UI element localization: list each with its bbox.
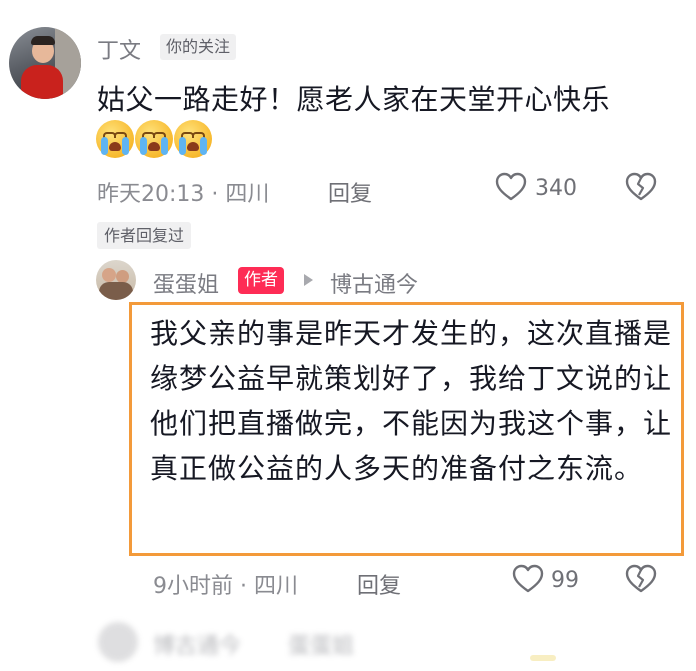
comment-username[interactable]: 丁文 — [97, 33, 141, 65]
decoration — [530, 655, 556, 661]
reply-to-arrow-icon — [304, 274, 313, 286]
reply-username[interactable]: 蛋蛋姐 — [153, 267, 219, 299]
heart-icon[interactable] — [512, 564, 544, 594]
like-count: 340 — [535, 176, 577, 201]
reply-text: 我父亲的事是昨天才发生的，这次直播是缘梦公益早就策划好了，我给丁文说的让他们把直… — [150, 317, 673, 485]
crying-face-icon — [135, 120, 173, 158]
crying-face-icon — [174, 120, 212, 158]
heart-icon[interactable] — [495, 172, 527, 202]
comment-meta: 昨天20:13 · 四川 — [97, 182, 270, 207]
avatar[interactable] — [9, 27, 81, 99]
author-badge: 作者 — [238, 267, 284, 294]
reply-meta: 9小时前 · 四川 — [153, 574, 298, 599]
reply-avatar[interactable] — [96, 260, 136, 300]
blurred-next-reply: 博古通今 蛋蛋姐 — [98, 622, 418, 662]
blurred-username: 蛋蛋姐 — [288, 634, 355, 659]
reply-to-username[interactable]: 博古通今 — [330, 267, 418, 299]
blurred-avatar — [98, 622, 138, 662]
author-replied-tag: 作者回复过 — [97, 222, 192, 249]
emoji-row — [96, 120, 212, 162]
blurred-username: 博古通今 — [153, 634, 242, 659]
crying-face-icon — [96, 120, 134, 158]
broken-heart-icon[interactable] — [624, 564, 658, 594]
reply-button[interactable]: 回复 — [328, 176, 372, 208]
reply-like-count: 99 — [551, 568, 579, 593]
follow-tag: 你的关注 — [160, 34, 237, 60]
broken-heart-icon[interactable] — [624, 172, 658, 202]
reply-reply-button[interactable]: 回复 — [357, 568, 401, 600]
comment-text: 姑父一路走好！愿老人家在天堂开心快乐 — [97, 83, 611, 116]
